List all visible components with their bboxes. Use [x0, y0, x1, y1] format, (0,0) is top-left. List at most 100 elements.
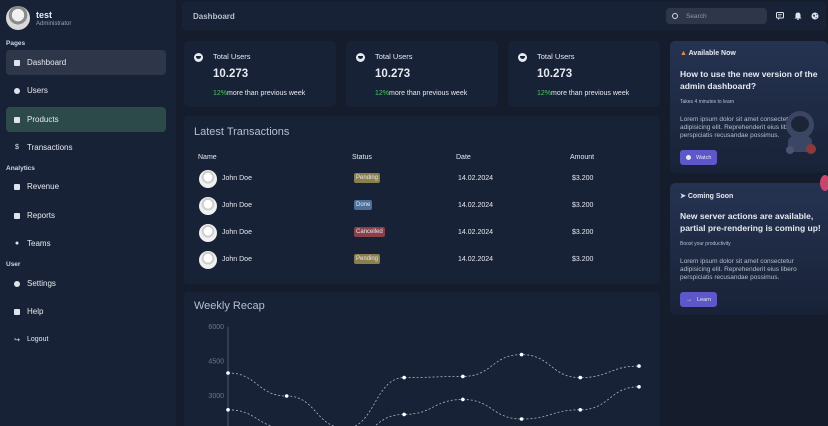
- stat-value: 10.273: [537, 68, 573, 80]
- data-point: [637, 364, 641, 368]
- avatar: [6, 6, 30, 30]
- stat-change: 12%: [537, 90, 552, 97]
- data-point: [519, 352, 524, 357]
- promo-title: New server actions are available, partia…: [680, 211, 821, 233]
- transactions-panel: Latest Transactions Name Status Date Amo…: [184, 116, 660, 284]
- data-point: [402, 375, 406, 380]
- stat-detail-text: more than previous week: [551, 90, 630, 97]
- page-title: Dashboard: [193, 12, 235, 21]
- sidebar-item-help[interactable]: Help: [6, 299, 166, 324]
- user-icon: [518, 53, 527, 62]
- row-amount: $3.200: [572, 256, 594, 263]
- sidebar-item-reports[interactable]: Reports: [6, 203, 166, 228]
- briefcase-icon: [14, 183, 20, 190]
- data-point: [578, 375, 583, 380]
- sidebar-item-dashboard[interactable]: Dashboard: [6, 50, 166, 75]
- status-badge: Pending: [354, 173, 381, 183]
- sidebar-item-users[interactable]: Users: [6, 78, 166, 103]
- sidebar-item-label: Logout: [27, 336, 49, 343]
- watch-button[interactable]: Watch: [680, 150, 718, 165]
- user-profile: test Administrator: [6, 6, 71, 30]
- sidebar-item-label: Users: [27, 86, 48, 95]
- sidebar-item-settings[interactable]: Settings: [6, 271, 166, 296]
- promo-title: How to use the new version of the admin …: [680, 69, 818, 91]
- user-role: Administrator: [36, 20, 72, 27]
- row-date: 14.02.2024: [458, 256, 494, 263]
- row-name: John Doe: [222, 175, 252, 182]
- stat-detail: 12%more than previous week: [375, 90, 467, 97]
- dollar-icon: $: [15, 144, 19, 151]
- stat-card: Total Users 10.273 12%more than previous…: [508, 41, 660, 107]
- logout-icon: ↪: [14, 336, 20, 344]
- column-header-date: Date: [456, 154, 471, 161]
- fire-icon: ▲: [680, 50, 687, 57]
- user-icon: [194, 53, 203, 62]
- bell-icon[interactable]: [794, 12, 802, 20]
- message-icon[interactable]: [776, 12, 784, 20]
- team-icon: ●: [14, 240, 20, 247]
- row-name: John Doe: [222, 202, 252, 209]
- stat-card: Total Users 10.273 12%more than previous…: [346, 41, 498, 107]
- search-icon: [672, 13, 678, 19]
- user-icon: [356, 53, 365, 62]
- user-icon: [14, 87, 20, 94]
- y-tick-label: 4500: [208, 359, 224, 366]
- sidebar-item-products[interactable]: Products: [6, 107, 166, 132]
- sidebar-item-label: Settings: [27, 279, 56, 288]
- data-point: [637, 385, 641, 389]
- user-name: test: [36, 9, 53, 20]
- promo-subtitle: Takes 4 minutes to learn: [680, 99, 735, 105]
- table-row: John Doe Pending 14.02.2024 $3.200: [199, 251, 639, 271]
- avatar: [199, 251, 217, 269]
- learn-button[interactable]: → Learn: [680, 292, 718, 307]
- data-point: [519, 417, 524, 421]
- gear-icon: [14, 280, 20, 287]
- floating-toggle[interactable]: [820, 175, 828, 191]
- column-header-amount: Amount: [570, 154, 595, 161]
- bag-icon: [14, 116, 20, 123]
- row-amount: $3.200: [572, 175, 594, 182]
- table-row: John Doe Cancelled 14.02.2024 $3.200: [199, 224, 639, 244]
- sidebar-item-revenue[interactable]: Revenue: [6, 174, 166, 199]
- row-date: 14.02.2024: [458, 202, 494, 209]
- astronaut-illustration: [786, 111, 816, 154]
- sidebar-item-transactions[interactable]: $ Transactions: [6, 135, 166, 160]
- search-box[interactable]: [666, 8, 767, 24]
- status-badge: Pending: [354, 254, 381, 264]
- sidebar-item-label: Dashboard: [27, 58, 67, 67]
- play-icon: [686, 155, 691, 160]
- status-badge: Done: [354, 200, 373, 210]
- sidebar: test Administrator Pages Dashboard Users…: [0, 0, 176, 426]
- column-header-name: Name: [198, 154, 217, 161]
- row-amount: $3.200: [572, 202, 594, 209]
- stat-card: Total Users 10.273 12%more than previous…: [184, 41, 336, 107]
- avatar: [199, 170, 217, 188]
- stat-value: 10.273: [213, 68, 249, 80]
- stat-change: 12%: [375, 90, 390, 97]
- stat-label: Total Users: [537, 52, 575, 61]
- column-header-status: Status: [352, 154, 372, 161]
- promo-tag: ➤ Coming Soon: [680, 192, 733, 200]
- data-point: [461, 374, 465, 379]
- search-input[interactable]: [686, 12, 756, 20]
- table-row: John Doe Pending 14.02.2024 $3.200: [199, 170, 639, 190]
- row-date: 14.02.2024: [458, 229, 494, 236]
- avatar: [199, 224, 217, 242]
- section-title-analytics: Analytics: [6, 165, 35, 172]
- rocket-icon: ➤: [680, 193, 686, 200]
- promo-card-coming-soon: ➤ Coming Soon New server actions are ava…: [670, 183, 828, 315]
- sidebar-item-label: Help: [27, 307, 44, 316]
- row-date: 14.02.2024: [458, 175, 494, 182]
- data-point: [226, 408, 230, 412]
- stat-detail: 12%more than previous week: [213, 90, 305, 97]
- sidebar-item-teams[interactable]: ● Teams: [6, 231, 166, 256]
- help-icon: [14, 308, 20, 315]
- dashboard-icon: [14, 59, 20, 66]
- data-point: [226, 371, 230, 375]
- stat-value: 10.273: [375, 68, 411, 80]
- series-line: [227, 354, 640, 426]
- stat-detail: 12%more than previous week: [537, 90, 629, 97]
- sidebar-item-logout[interactable]: ↪ Logout: [6, 327, 166, 352]
- globe-icon[interactable]: [811, 12, 819, 20]
- sidebar-item-label: Teams: [27, 239, 51, 248]
